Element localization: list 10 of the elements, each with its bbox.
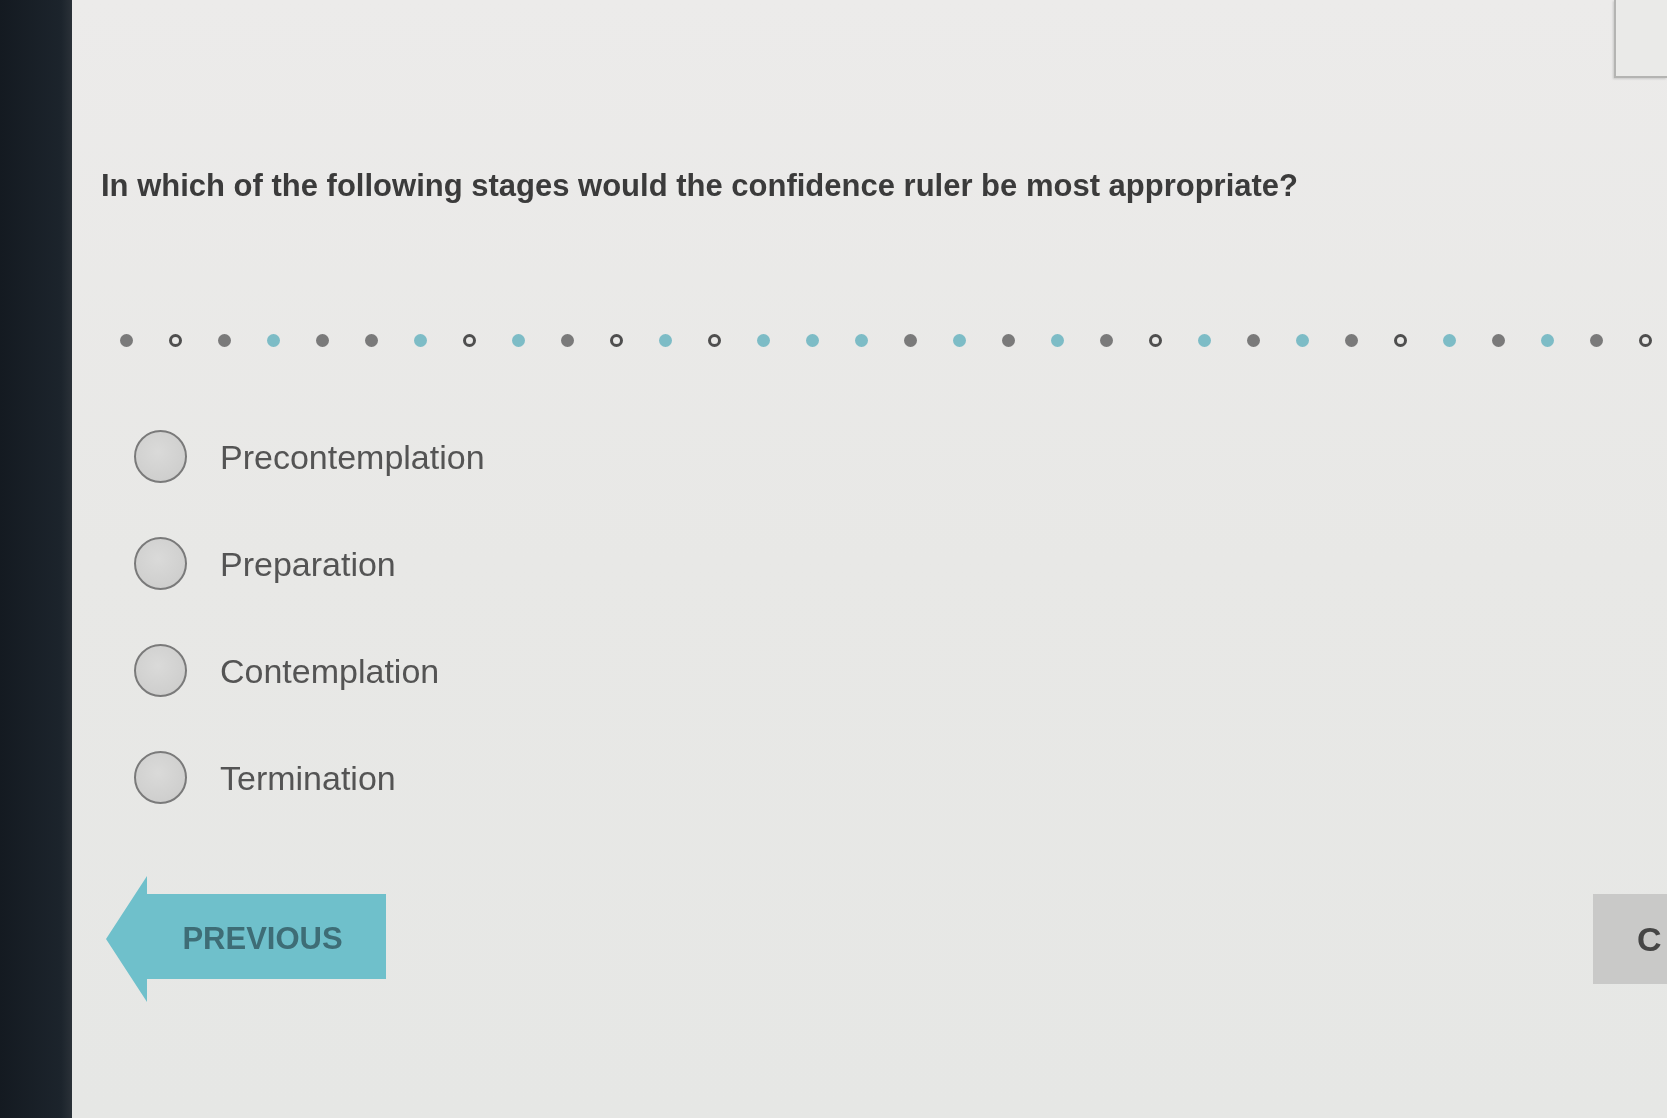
option-label[interactable]: Preparation: [220, 543, 396, 584]
question-text: In which of the following stages would the confidence ruler be most appropriate?: [101, 167, 1299, 205]
radio-button[interactable]: [134, 537, 187, 590]
radio-button[interactable]: [134, 644, 187, 697]
option-label[interactable]: Contemplation: [220, 650, 440, 691]
nav-button[interactable]: C: [1593, 894, 1667, 984]
option-label[interactable]: Precontemplation: [220, 436, 485, 477]
radio-button[interactable]: [134, 751, 187, 804]
radio-button[interactable]: [134, 430, 187, 483]
option-label[interactable]: Termination: [220, 757, 396, 798]
